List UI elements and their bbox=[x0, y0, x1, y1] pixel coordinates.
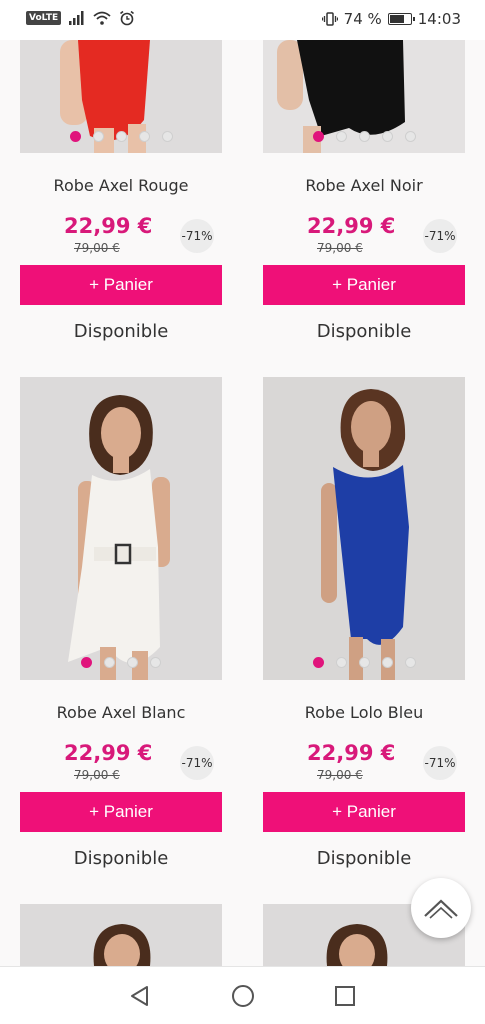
discount-badge: -71% bbox=[180, 219, 214, 253]
system-nav-bar bbox=[0, 966, 485, 1024]
product-image[interactable] bbox=[263, 377, 465, 680]
product-image[interactable] bbox=[20, 904, 222, 966]
carousel-dot-active[interactable] bbox=[312, 657, 324, 668]
status-bar: VoLTE 74 % 14:03 bbox=[0, 0, 485, 40]
carousel-dot-active[interactable] bbox=[69, 131, 81, 142]
carousel-dot[interactable] bbox=[104, 657, 115, 668]
product-old-price: 79,00 € bbox=[74, 768, 120, 782]
chevron-up-icon bbox=[424, 899, 458, 919]
availability-label: Disponible bbox=[73, 321, 169, 342]
nav-recents-button[interactable] bbox=[330, 981, 360, 1011]
carousel-dot[interactable] bbox=[115, 131, 127, 142]
product-name[interactable]: Robe Axel Noir bbox=[263, 176, 465, 195]
product-image[interactable] bbox=[20, 40, 222, 153]
carousel-dots[interactable] bbox=[20, 131, 222, 142]
carousel-dot-active[interactable] bbox=[81, 657, 92, 668]
carousel-dot[interactable] bbox=[381, 657, 393, 668]
signal-icon bbox=[69, 11, 84, 25]
carousel-dot[interactable] bbox=[138, 131, 150, 142]
status-left: VoLTE bbox=[26, 10, 135, 26]
nav-back-button[interactable] bbox=[125, 981, 155, 1011]
add-to-cart-button[interactable]: + Panier bbox=[20, 792, 222, 832]
add-to-cart-button[interactable]: + Panier bbox=[20, 265, 222, 305]
carousel-dot[interactable] bbox=[358, 131, 370, 142]
dress-illustration bbox=[20, 377, 222, 680]
product-old-price: 79,00 € bbox=[317, 768, 363, 782]
add-to-cart-button[interactable]: + Panier bbox=[263, 265, 465, 305]
carousel-dots[interactable] bbox=[263, 657, 465, 668]
dress-illustration bbox=[20, 904, 222, 966]
battery-icon bbox=[387, 13, 415, 25]
product-price: 22,99 € bbox=[307, 741, 396, 765]
dress-illustration bbox=[263, 377, 465, 680]
carousel-dot[interactable] bbox=[335, 657, 347, 668]
availability-label: Disponible bbox=[316, 848, 412, 869]
carousel-dot[interactable] bbox=[358, 657, 370, 668]
product-image[interactable] bbox=[20, 377, 222, 680]
square-recents-icon bbox=[335, 986, 355, 1006]
product-image[interactable] bbox=[263, 40, 465, 153]
carousel-dot[interactable] bbox=[161, 131, 173, 142]
carousel-dot[interactable] bbox=[404, 131, 416, 142]
nav-home-button[interactable] bbox=[228, 981, 258, 1011]
discount-badge: -71% bbox=[423, 746, 457, 780]
product-name[interactable]: Robe Axel Rouge bbox=[20, 176, 222, 195]
carousel-dots[interactable] bbox=[263, 131, 465, 142]
availability-label: Disponible bbox=[73, 848, 169, 869]
carousel-dot[interactable] bbox=[381, 131, 393, 142]
status-right: 74 % 14:03 bbox=[321, 10, 461, 28]
product-price: 22,99 € bbox=[64, 214, 153, 238]
alarm-icon bbox=[120, 10, 135, 26]
discount-badge: -71% bbox=[180, 746, 214, 780]
add-to-cart-button[interactable]: + Panier bbox=[263, 792, 465, 832]
volte-icon: VoLTE bbox=[26, 11, 62, 25]
product-old-price: 79,00 € bbox=[317, 241, 363, 255]
availability-label: Disponible bbox=[316, 321, 412, 342]
scroll-to-top-button[interactable] bbox=[411, 878, 471, 938]
product-grid: Robe Axel Rouge 22,99 € 79,00 € -71% + P… bbox=[0, 40, 485, 966]
wifi-icon bbox=[93, 11, 111, 25]
carousel-dot[interactable] bbox=[335, 131, 347, 142]
circle-home-icon bbox=[232, 985, 254, 1007]
carousel-dot[interactable] bbox=[127, 657, 138, 668]
product-name[interactable]: Robe Axel Blanc bbox=[20, 703, 222, 722]
carousel-dot[interactable] bbox=[404, 657, 416, 668]
carousel-dots[interactable] bbox=[20, 657, 222, 668]
discount-badge: -71% bbox=[423, 219, 457, 253]
battery-percent: 74 % bbox=[343, 10, 382, 28]
carousel-dot[interactable] bbox=[150, 657, 161, 668]
clock: 14:03 bbox=[417, 10, 461, 28]
vibrate-icon bbox=[321, 12, 338, 26]
carousel-dot-active[interactable] bbox=[312, 131, 324, 142]
product-price: 22,99 € bbox=[64, 741, 153, 765]
product-old-price: 79,00 € bbox=[74, 241, 120, 255]
carousel-dot[interactable] bbox=[92, 131, 104, 142]
product-price: 22,99 € bbox=[307, 214, 396, 238]
triangle-back-icon bbox=[131, 986, 148, 1006]
product-name[interactable]: Robe Lolo Bleu bbox=[263, 703, 465, 722]
